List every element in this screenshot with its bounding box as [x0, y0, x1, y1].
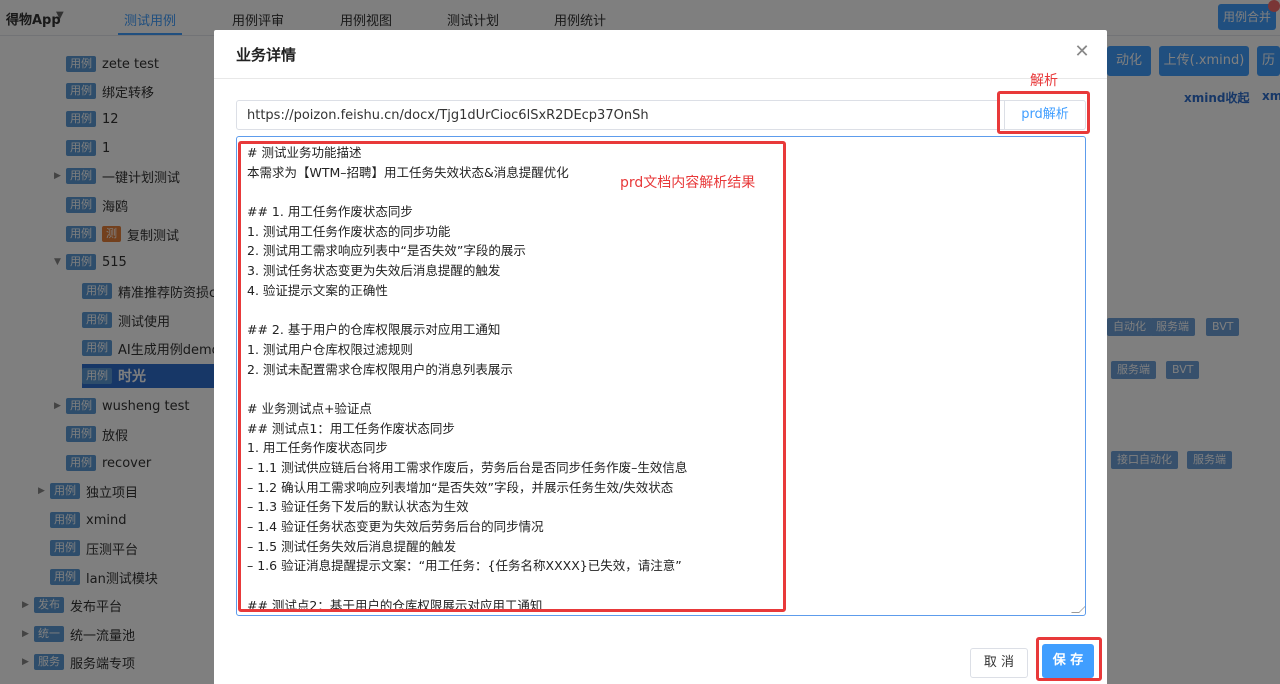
- dialog-divider: [214, 78, 1107, 79]
- save-annotation-box: [1036, 637, 1102, 681]
- prd-url-input[interactable]: [236, 100, 1014, 130]
- result-annotation-label: prd文档内容解析结果: [620, 175, 756, 191]
- parse-annotation-box: [997, 91, 1090, 134]
- dialog-title: 业务详情: [236, 46, 297, 64]
- close-icon[interactable]: ✕: [1074, 43, 1090, 61]
- cancel-button[interactable]: 取 消: [970, 648, 1028, 678]
- parse-annotation-label: 解析: [1030, 73, 1058, 89]
- result-annotation-box: [238, 141, 786, 612]
